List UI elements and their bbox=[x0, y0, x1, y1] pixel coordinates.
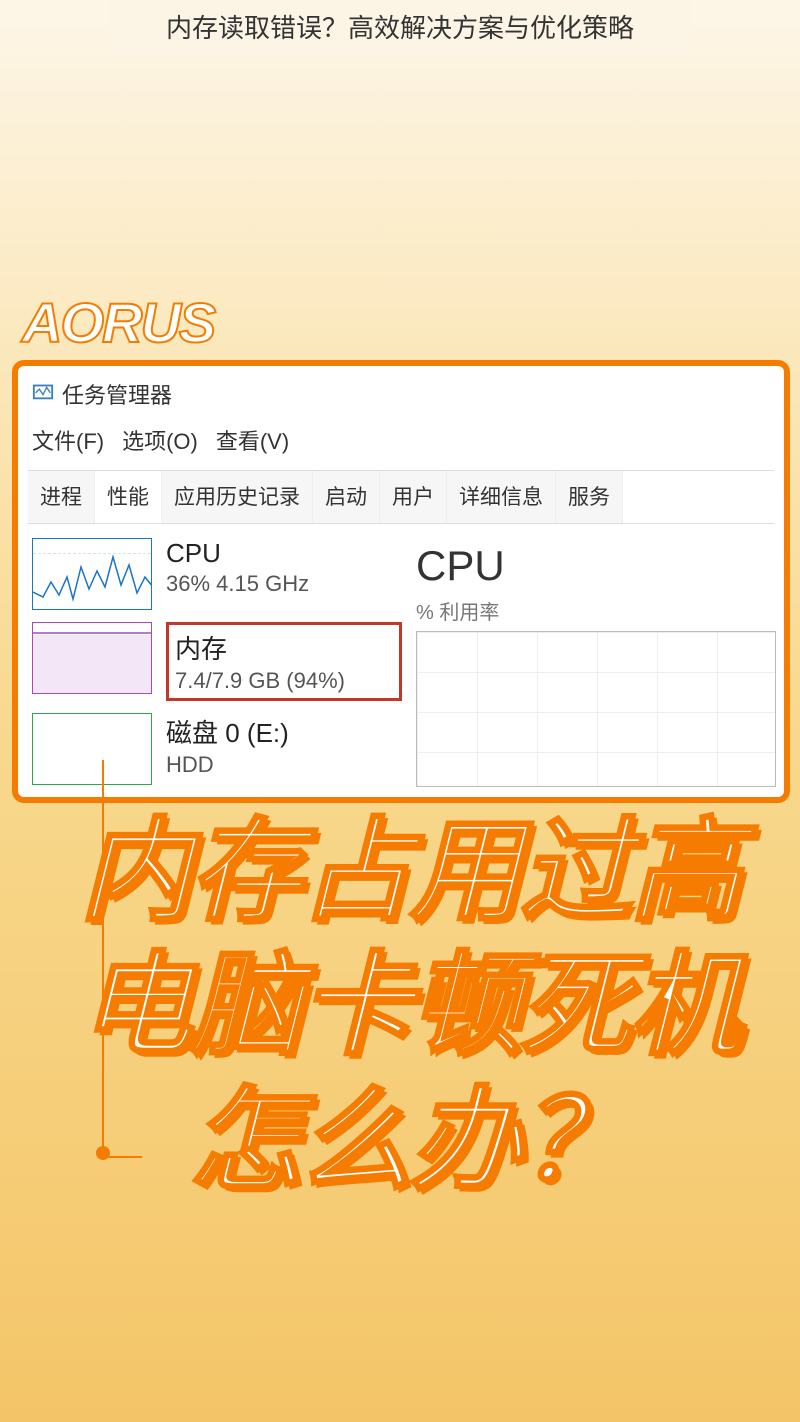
disk-thumb-chart bbox=[32, 713, 152, 785]
disk-title: 磁盘 0 (E:) bbox=[166, 713, 402, 750]
tab-services[interactable]: 服务 bbox=[556, 471, 623, 523]
cpu-title: CPU bbox=[166, 538, 402, 569]
window-title: 任务管理器 bbox=[62, 378, 172, 410]
headline-line-1: 内存占用过高 bbox=[60, 805, 760, 939]
task-manager-window: 任务管理器 文件(F) 选项(O) 查看(V) 进程 性能 应用历史记录 启动 … bbox=[12, 360, 790, 803]
brand-logo-text: AORUS bbox=[22, 290, 214, 355]
disk-sub: HDD bbox=[166, 752, 402, 778]
metric-cpu-row[interactable]: CPU 36% 4.15 GHz bbox=[32, 538, 402, 610]
memory-highlight-box: 内存 7.4/7.9 GB (94%) bbox=[166, 622, 402, 701]
cpu-sub: 36% 4.15 GHz bbox=[166, 571, 402, 597]
metric-memory-row[interactable]: 内存 7.4/7.9 GB (94%) bbox=[32, 622, 402, 701]
headline-block: 内存占用过高 电脑卡顿死机 怎么办？ bbox=[60, 805, 760, 1208]
tab-startup[interactable]: 启动 bbox=[313, 471, 380, 523]
menu-bar: 文件(F) 选项(O) 查看(V) bbox=[18, 414, 784, 464]
detail-title: CPU bbox=[416, 542, 784, 590]
tab-app-history[interactable]: 应用历史记录 bbox=[162, 471, 313, 523]
detail-pane: CPU % 利用率 bbox=[416, 538, 784, 797]
memory-title: 内存 bbox=[175, 629, 393, 666]
window-title-bar: 任务管理器 bbox=[18, 366, 784, 414]
tab-performance[interactable]: 性能 bbox=[95, 471, 162, 523]
cpu-thumb-chart bbox=[32, 538, 152, 610]
headline-line-2: 电脑卡顿死机 bbox=[60, 939, 760, 1073]
headline-line-3: 怎么办？ bbox=[60, 1074, 760, 1208]
tab-processes[interactable]: 进程 bbox=[28, 471, 95, 523]
memory-sub: 7.4/7.9 GB (94%) bbox=[175, 668, 393, 694]
performance-body: CPU 36% 4.15 GHz 内存 7.4/7.9 GB (94%) 磁盘 … bbox=[18, 524, 784, 797]
page-title: 内存读取错误？高效解决方案与优化策略 bbox=[110, 0, 690, 53]
tab-row: 进程 性能 应用历史记录 启动 用户 详细信息 服务 bbox=[28, 470, 774, 524]
menu-file[interactable]: 文件(F) bbox=[32, 424, 104, 456]
task-manager-icon bbox=[32, 380, 54, 408]
cpu-utilization-chart bbox=[416, 631, 776, 787]
metric-disk-row[interactable]: 磁盘 0 (E:) HDD bbox=[32, 713, 402, 785]
tab-details[interactable]: 详细信息 bbox=[447, 471, 556, 523]
metric-list: CPU 36% 4.15 GHz 内存 7.4/7.9 GB (94%) 磁盘 … bbox=[32, 538, 402, 797]
tab-users[interactable]: 用户 bbox=[380, 471, 447, 523]
menu-options[interactable]: 选项(O) bbox=[122, 424, 198, 456]
detail-util-label: % 利用率 bbox=[416, 596, 784, 625]
memory-thumb-chart bbox=[32, 622, 152, 694]
menu-view[interactable]: 查看(V) bbox=[216, 424, 289, 456]
